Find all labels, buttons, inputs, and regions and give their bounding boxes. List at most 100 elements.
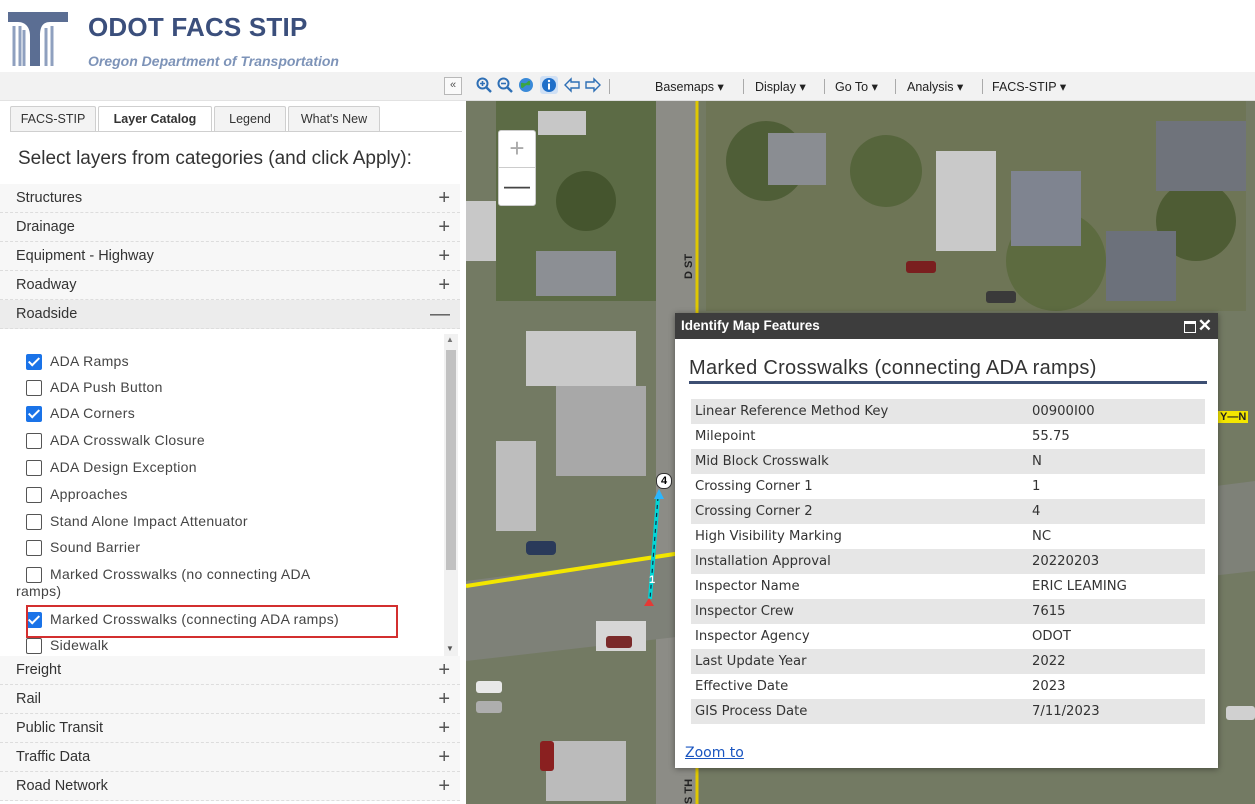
layer-label: Sidewalk <box>50 637 109 653</box>
category-label: Road Network <box>16 778 108 794</box>
layer-checkbox[interactable] <box>26 380 42 396</box>
category-public-transit[interactable]: Public Transit + <box>0 714 460 743</box>
attribute-row: Crossing Corner 2 4 <box>691 499 1205 524</box>
attribute-value: 00900I00 <box>1032 404 1095 419</box>
attribute-row: Linear Reference Method Key 00900I00 <box>691 399 1205 424</box>
expand-plus-icon[interactable]: + <box>438 714 450 742</box>
app-header: ODOT FACS STIP Oregon Department of Tran… <box>0 0 1255 72</box>
corner-marker-1[interactable]: 1 <box>649 574 655 586</box>
go-to-menu[interactable]: Go To ▾ <box>835 79 878 94</box>
category-traffic-data[interactable]: Traffic Data + <box>0 743 460 772</box>
layer-checkbox[interactable] <box>26 460 42 476</box>
map-zoom-out-button[interactable]: — <box>499 167 535 204</box>
attribute-value: N <box>1032 454 1042 469</box>
attribute-value: 55.75 <box>1032 429 1070 444</box>
expand-plus-icon[interactable]: + <box>438 242 450 270</box>
road-label: D ST <box>683 253 695 279</box>
category-drainage[interactable]: Drainage + <box>0 213 460 242</box>
layer-checkbox[interactable] <box>26 406 42 422</box>
layer-checkbox[interactable] <box>26 540 42 556</box>
map-zoom-control: + — <box>498 130 536 206</box>
category-label: Traffic Data <box>16 749 91 765</box>
toolbar-separator <box>982 79 983 94</box>
toolbar-separator <box>609 79 610 94</box>
category-roadside[interactable]: Roadside — <box>0 300 460 329</box>
basemaps-menu[interactable]: Basemaps ▾ <box>655 79 724 94</box>
layer-label: Approaches <box>50 486 128 502</box>
feature-title: Marked Crosswalks (connecting ADA ramps) <box>689 357 1097 379</box>
instructions-heading: Select layers from categories (and click… <box>18 148 412 169</box>
scroll-down-icon[interactable]: ▼ <box>446 644 454 653</box>
road-label: Y—N <box>1218 411 1249 423</box>
attribute-row: Milepoint 55.75 <box>691 424 1205 449</box>
layer-checkbox[interactable] <box>26 638 42 654</box>
attribute-key: Milepoint <box>695 429 756 444</box>
collapse-panel-button[interactable]: « <box>444 77 462 95</box>
attribute-value: ODOT <box>1032 629 1071 644</box>
layer-label-continued: ramps) <box>16 583 61 599</box>
map-zoom-in-button[interactable]: + <box>499 131 535 167</box>
panel-collapse-bar: « <box>0 72 466 101</box>
expand-plus-icon[interactable]: + <box>438 772 450 800</box>
back-arrow-icon[interactable] <box>564 77 580 93</box>
tab-layer-catalog[interactable]: Layer Catalog <box>98 106 212 132</box>
toolbar-separator <box>824 79 825 94</box>
expand-plus-icon[interactable]: + <box>438 271 450 299</box>
maximize-icon[interactable] <box>1184 321 1196 333</box>
attribute-key: Inspector Name <box>695 579 800 594</box>
scrollbar-thumb[interactable] <box>446 350 456 570</box>
corner-marker-4[interactable]: 4 <box>656 473 672 489</box>
category-freight[interactable]: Freight + <box>0 656 460 685</box>
attribute-value: NC <box>1032 529 1052 544</box>
attribute-key: Installation Approval <box>695 554 831 569</box>
layer-checkbox[interactable] <box>26 354 42 370</box>
info-icon[interactable] <box>540 76 558 94</box>
layer-checkbox[interactable] <box>26 487 42 503</box>
close-icon[interactable]: ✕ <box>1198 313 1212 339</box>
expand-plus-icon[interactable]: + <box>438 184 450 212</box>
attribute-value: 20220203 <box>1032 554 1100 569</box>
collapse-minus-icon[interactable]: — <box>430 300 450 328</box>
zoom-in-icon[interactable] <box>476 77 492 93</box>
analysis-menu[interactable]: Analysis ▾ <box>907 79 963 94</box>
zoom-out-icon[interactable] <box>497 77 513 93</box>
category-roadway[interactable]: Roadway + <box>0 271 460 300</box>
attribute-value: 2022 <box>1032 654 1066 669</box>
category-label: Freight <box>16 662 62 678</box>
category-rail[interactable]: Rail + <box>0 685 460 714</box>
facs-stip-menu[interactable]: FACS-STIP ▾ <box>992 79 1066 94</box>
category-road-network[interactable]: Road Network + <box>0 772 460 801</box>
tab-divider <box>10 131 462 132</box>
attribute-key: GIS Process Date <box>695 704 808 719</box>
layer-checkbox[interactable] <box>26 567 42 583</box>
expand-plus-icon[interactable]: + <box>438 656 450 684</box>
attribute-row: Installation Approval 20220203 <box>691 549 1205 574</box>
attribute-value: 1 <box>1032 479 1041 494</box>
category-equipment-highway[interactable]: Equipment - Highway + <box>0 242 460 271</box>
category-label: Equipment - Highway <box>16 248 154 264</box>
app-subtitle: Oregon Department of Transportation <box>88 53 339 69</box>
forward-arrow-icon[interactable] <box>585 77 601 93</box>
popup-title-bar[interactable]: Identify Map Features ✕ <box>675 313 1218 339</box>
expand-plus-icon[interactable]: + <box>438 743 450 771</box>
scroll-up-icon[interactable]: ▲ <box>446 335 454 344</box>
layer-checkbox[interactable] <box>26 514 42 530</box>
category-label: Roadside <box>16 306 78 322</box>
layer-checkbox[interactable] <box>26 433 42 449</box>
popup-title: Identify Map Features <box>681 318 820 333</box>
category-structures[interactable]: Structures + <box>0 184 460 213</box>
globe-icon[interactable] <box>518 77 534 93</box>
expand-plus-icon[interactable]: + <box>438 213 450 241</box>
layer-label: ADA Push Button <box>50 379 163 395</box>
map-toolbar: Basemaps ▾ Display ▾ Go To ▾ Analysis ▾ … <box>466 72 1255 101</box>
attribute-value: 4 <box>1032 504 1041 519</box>
tab-facs-stip[interactable]: FACS-STIP <box>10 106 96 131</box>
tab-whats-new[interactable]: What's New <box>288 106 380 131</box>
attribute-row: Inspector Agency ODOT <box>691 624 1205 649</box>
layer-panel: « FACS-STIP Layer Catalog Legend What's … <box>0 72 466 804</box>
tab-legend[interactable]: Legend <box>214 106 286 131</box>
zoom-to-link[interactable]: Zoom to <box>685 745 744 761</box>
attribute-key: Crossing Corner 1 <box>695 479 813 494</box>
display-menu[interactable]: Display ▾ <box>755 79 806 94</box>
expand-plus-icon[interactable]: + <box>438 685 450 713</box>
